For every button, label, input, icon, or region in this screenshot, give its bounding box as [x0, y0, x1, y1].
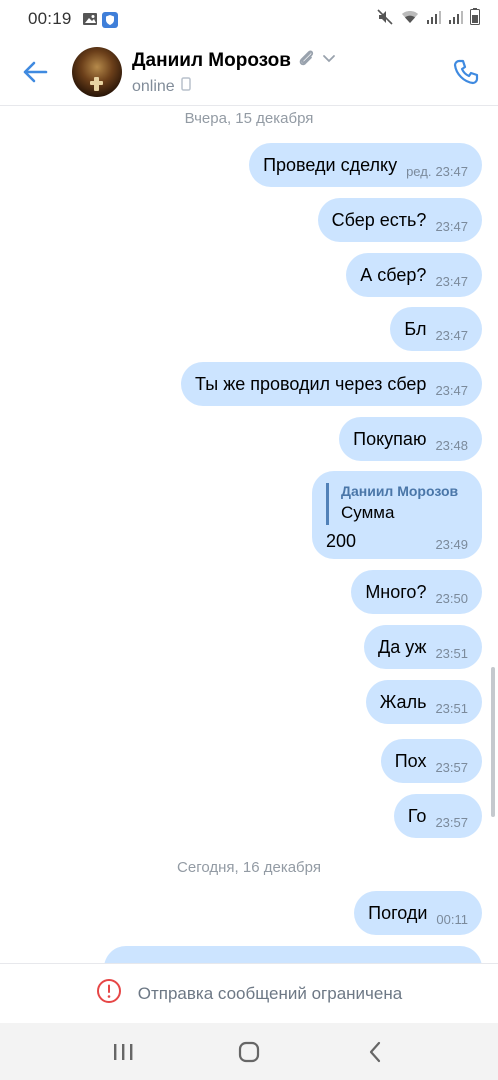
message-text: Много?: [365, 581, 427, 602]
image-icon: [82, 12, 97, 26]
message-bubble[interactable]: Пох 23:57: [380, 739, 482, 783]
message-text: Сбер есть?: [331, 209, 427, 230]
messaging-restricted-bar: Отправка сообщений ограничена: [0, 963, 498, 1023]
avatar[interactable]: [72, 46, 122, 97]
back-nav-icon: [369, 1041, 381, 1062]
message-time: 23:51: [435, 701, 468, 716]
message-list[interactable]: Вчера, 15 декабря Проведи сделку ред. 23…: [0, 107, 498, 963]
message-bubble[interactable]: Сбер есть? 23:47: [317, 198, 482, 242]
home-button[interactable]: [219, 1032, 279, 1072]
message-time: 23:50: [435, 591, 468, 606]
message-time: 00:11: [436, 912, 468, 927]
date-separator: Сегодня, 16 декабря: [177, 859, 321, 876]
shield-icon: [101, 12, 118, 28]
message-time: 23:47: [435, 383, 468, 398]
message-bubble[interactable]: Ты же проводил через сбер 23:47: [181, 362, 482, 406]
message-time: 23:51: [435, 646, 468, 661]
quoted-message[interactable]: Даниил Морозов Сумма: [326, 483, 468, 525]
message-text: Ты же проводил через сбер: [195, 373, 427, 394]
message-bubble[interactable]: Много? 23:50: [351, 570, 482, 614]
message-time: 23:47: [435, 274, 468, 289]
message-bubble[interactable]: [104, 946, 482, 963]
quote-author: Даниил Морозов: [341, 483, 459, 499]
signal-icon: [448, 9, 464, 30]
message-time: 23:47: [435, 328, 468, 343]
message-text: Погоди: [368, 902, 428, 923]
back-arrow-icon: [23, 61, 48, 82]
message-text: Проведи сделку: [263, 154, 398, 175]
chat-header: Даниил Морозов online: [0, 38, 498, 106]
message-time: 23:47: [435, 219, 468, 234]
reply-message-bubble[interactable]: Даниил Морозов Сумма 200 23:49: [312, 471, 482, 559]
wifi-icon: [400, 9, 420, 30]
paperclip-icon: [295, 47, 317, 74]
contact-status: online: [132, 77, 175, 95]
message-text: Покупаю: [353, 428, 427, 449]
mobile-icon: [180, 77, 191, 96]
message-bubble[interactable]: Жаль 23:51: [365, 680, 482, 724]
message-text: Да уж: [378, 636, 427, 657]
message-text: А сбер?: [360, 264, 427, 285]
status-time: 00:19: [28, 9, 72, 28]
home-icon: [238, 1041, 260, 1062]
message-time: 23:57: [435, 760, 468, 775]
contact-name: Даниил Морозов: [132, 49, 291, 71]
date-separator: Вчера, 15 декабря: [184, 110, 314, 127]
message-time: 23:48: [435, 438, 468, 453]
message-bubble[interactable]: Погоди 00:11: [354, 891, 482, 935]
message-text: Бл: [404, 318, 427, 339]
message-text: Жаль: [379, 691, 427, 712]
contact-info[interactable]: Даниил Морозов online: [132, 47, 337, 96]
back-nav-button[interactable]: [345, 1032, 405, 1072]
back-button[interactable]: [0, 38, 70, 106]
message-bubble[interactable]: Го 23:57: [393, 794, 482, 838]
chevron-down-icon[interactable]: [321, 50, 337, 71]
status-bar: 00:19: [0, 0, 498, 38]
warning-circle-icon: [96, 978, 122, 1009]
message-bubble[interactable]: А сбер? 23:47: [346, 253, 482, 297]
restriction-text: Отправка сообщений ограничена: [137, 983, 403, 1003]
edited-label: ред.: [406, 164, 432, 179]
message-bubble[interactable]: Бл 23:47: [390, 307, 482, 351]
message-bubble[interactable]: Покупаю 23:48: [339, 417, 482, 461]
message-time: 23:47: [435, 164, 468, 179]
message-bubble[interactable]: Да уж 23:51: [364, 625, 482, 669]
recent-apps-icon: [114, 1043, 133, 1060]
message-bubble[interactable]: Проведи сделку ред. 23:47: [249, 143, 482, 187]
signal-icon: [426, 9, 442, 30]
quote-text: Сумма: [341, 503, 395, 522]
message-time: 23:49: [435, 537, 468, 552]
message-text: Пох: [394, 750, 427, 771]
mute-icon: [376, 8, 394, 30]
message-time: 23:57: [435, 815, 468, 830]
call-button[interactable]: [448, 54, 484, 90]
recent-apps-button[interactable]: [93, 1032, 153, 1072]
scrollbar[interactable]: [491, 667, 495, 817]
phone-icon: [453, 59, 479, 85]
battery-icon: [470, 8, 480, 30]
message-text: Го: [407, 805, 427, 826]
system-navbar: [0, 1023, 498, 1080]
